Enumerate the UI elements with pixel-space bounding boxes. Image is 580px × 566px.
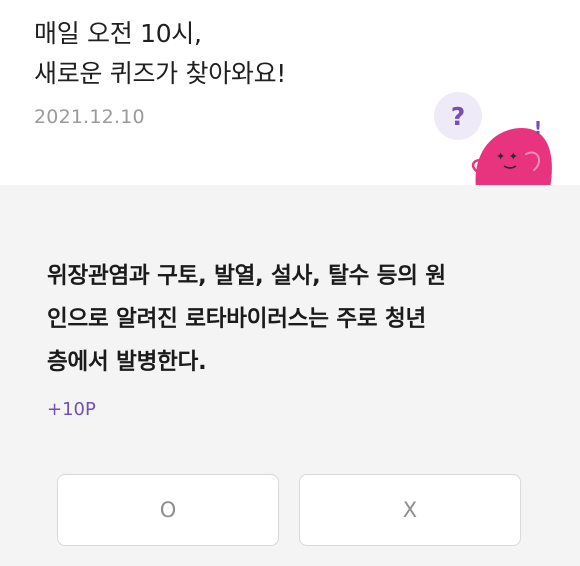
question-mark: ?	[451, 102, 466, 131]
answer-o-button[interactable]: O	[57, 474, 279, 546]
mascot-eyes: ✦ ✦	[496, 150, 518, 163]
headline-line-1: 매일 오전 10시,	[34, 19, 202, 48]
quiz-date: 2021.12.10	[34, 106, 145, 128]
answer-x-button[interactable]: X	[299, 474, 521, 546]
headline: 매일 오전 10시, 새로운 퀴즈가 찾아와요!	[34, 14, 286, 94]
question-line-2: 인으로 알려진 로타바이러스는 주로 청년	[47, 306, 427, 332]
question-line-1: 위장관염과 구토, 발열, 설사, 탈수 등의 원	[47, 263, 446, 289]
question-line-3: 층에서 발병한다.	[47, 349, 207, 375]
answer-x-label: X	[402, 498, 418, 522]
quiz-question: 위장관염과 구토, 발열, 설사, 탈수 등의 원 인으로 알려진 로타바이러스…	[47, 255, 547, 384]
quiz-panel: 위장관염과 구토, 발열, 설사, 탈수 등의 원 인으로 알려진 로타바이러스…	[0, 185, 580, 566]
points-reward: +10P	[47, 399, 96, 420]
header: 매일 오전 10시, 새로운 퀴즈가 찾아와요! 2021.12.10 ? ✦ …	[0, 0, 580, 188]
answer-o-label: O	[159, 498, 177, 522]
quiz-mascot-icon: ? ✦ ✦ !	[434, 92, 552, 188]
headline-line-2: 새로운 퀴즈가 찾아와요!	[34, 59, 287, 88]
exclaim-mark: !	[534, 118, 542, 139]
